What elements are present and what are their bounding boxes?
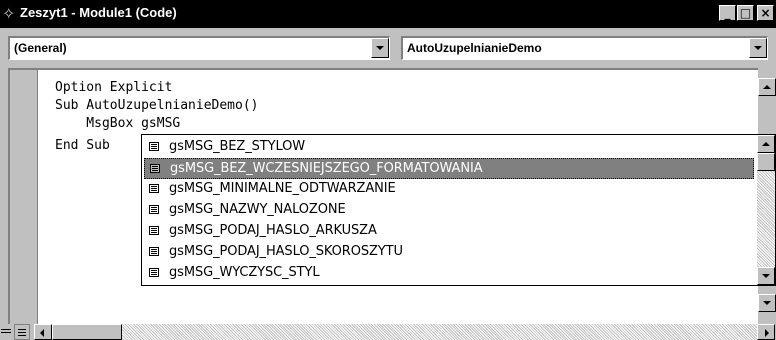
autocomplete-item-label: gsMSG_PODAJ_HASLO_ARKUSZA (169, 223, 377, 238)
close-button[interactable]: × (757, 5, 774, 21)
title-bar[interactable]: ✧ Zeszyt1 - Module1 (Code) _ □ × (0, 0, 776, 28)
autocomplete-item[interactable]: gsMSG_NAZWY_NALOZONE (144, 200, 754, 221)
horizontal-scroll-track[interactable] (122, 324, 758, 340)
code-window: ✧ Zeszyt1 - Module1 (Code) _ □ × (Genera… (0, 0, 776, 340)
code-line[interactable]: Sub AutoUzupelnianieDemo() (55, 96, 259, 116)
constant-icon (149, 205, 159, 214)
autocomplete-scrollbar[interactable] (757, 135, 775, 285)
window-title: Zeszyt1 - Module1 (Code) (20, 5, 177, 20)
constant-icon (150, 164, 160, 173)
maximize-button[interactable]: □ (737, 5, 754, 21)
autocomplete-scroll-thumb[interactable] (757, 153, 775, 171)
constant-icon (149, 142, 159, 151)
vba-module-icon: ✧ (2, 4, 16, 23)
horizontal-scroll-thumb[interactable] (52, 324, 122, 340)
autocomplete-item[interactable]: gsMSG_MINIMALNE_ODTWARZANIE (144, 179, 754, 200)
scroll-right-button[interactable] (757, 324, 775, 340)
autocomplete-item[interactable]: gsMSG_PODAJ_HASLO_SKOROSZYTU (144, 242, 754, 263)
autocomplete-list[interactable]: gsMSG_BEZ_STYLOW gsMSG_BEZ_WCZESNIEJSZEG… (141, 134, 776, 286)
autocomplete-scroll-up-button[interactable] (757, 135, 775, 153)
code-line[interactable]: Option Explicit (55, 78, 172, 98)
full-module-view-button[interactable] (14, 324, 30, 340)
procedure-combo[interactable]: AutoUzupelnianieDemo (401, 36, 768, 60)
chevron-down-icon (376, 46, 384, 50)
autocomplete-item-selected[interactable]: gsMSG_BEZ_WCZESNIEJSZEGO_FORMATOWANIA (144, 158, 754, 179)
arrow-up-icon (763, 85, 771, 89)
autocomplete-scroll-track[interactable] (757, 171, 775, 267)
autocomplete-item[interactable]: gsMSG_BEZ_STYLOW (144, 137, 754, 158)
object-combo-dropdown-button[interactable] (371, 38, 389, 58)
autocomplete-item[interactable]: gsMSG_PODAJ_HASLO_ARKUSZA (144, 221, 754, 242)
procedure-combo-dropdown-button[interactable] (749, 38, 767, 58)
autocomplete-item-label: gsMSG_NAZWY_NALOZONE (169, 202, 346, 217)
arrow-up-icon (762, 142, 770, 146)
scroll-down-button[interactable] (758, 294, 776, 312)
procedure-combo-value: AutoUzupelnianieDemo (407, 41, 542, 55)
margin-indicator-bar[interactable] (10, 70, 38, 324)
code-line[interactable]: MsgBox gsMSG (55, 114, 180, 134)
object-combo-value: (General) (14, 41, 67, 55)
minimize-button[interactable]: _ (719, 5, 736, 21)
autocomplete-scroll-down-button[interactable] (757, 267, 775, 285)
autocomplete-item-label: gsMSG_MINIMALNE_ODTWARZANIE (169, 181, 396, 196)
constant-icon (149, 226, 159, 235)
autocomplete-item-label: gsMSG_BEZ_WCZESNIEJSZEGO_FORMATOWANIA (170, 161, 483, 176)
autocomplete-item-label: gsMSG_WYCZYSC_STYL (169, 265, 320, 280)
procedure-view-icon (1, 329, 11, 333)
object-combo[interactable]: (General) (8, 36, 390, 60)
autocomplete-item[interactable]: gsMSG_WYCZYSC_STYL (144, 263, 754, 284)
chevron-down-icon (754, 46, 762, 50)
autocomplete-item-label: gsMSG_PODAJ_HASLO_SKOROSZYTU (169, 244, 403, 259)
arrow-right-icon (765, 329, 769, 337)
arrow-left-icon (40, 329, 44, 337)
constant-icon (149, 184, 159, 193)
full-module-view-icon (18, 329, 26, 336)
code-line[interactable]: End Sub (55, 136, 110, 156)
arrow-down-icon (763, 301, 771, 305)
scroll-left-button[interactable] (34, 324, 52, 340)
arrow-down-icon (762, 274, 770, 278)
procedure-view-button[interactable] (0, 324, 14, 340)
constant-icon (149, 247, 159, 256)
constant-icon (149, 268, 159, 277)
autocomplete-item-label: gsMSG_BEZ_STYLOW (169, 139, 306, 154)
scroll-up-button[interactable] (758, 78, 776, 96)
